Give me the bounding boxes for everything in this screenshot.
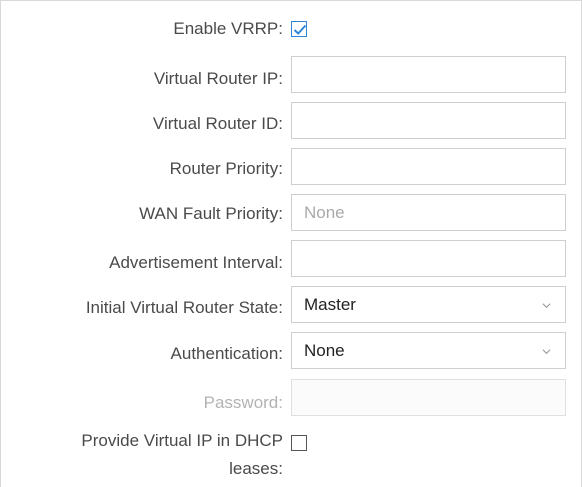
chevron-down-icon — [542, 303, 551, 309]
initial-state-label: Initial Virtual Router State: — [85, 298, 283, 317]
virtual-router-ip-label: Virtual Router IP: — [153, 69, 283, 88]
chevron-down-icon — [542, 349, 551, 355]
router-priority-input[interactable] — [291, 148, 566, 185]
advertisement-interval-input[interactable] — [291, 240, 566, 277]
password-label: Password: — [203, 393, 283, 412]
wan-fault-priority-label: WAN Fault Priority: — [139, 204, 283, 223]
virtual-router-id-input[interactable] — [291, 102, 566, 139]
password-input[interactable] — [291, 379, 566, 416]
dhcp-virtual-ip-label-line2: leases: — [229, 459, 283, 478]
authentication-value: None — [304, 341, 345, 360]
initial-state-select[interactable]: Master — [291, 286, 566, 323]
authentication-select[interactable]: None — [291, 332, 566, 369]
advertisement-interval-label: Advertisement Interval: — [109, 253, 283, 272]
router-priority-label: Router Priority: — [169, 159, 283, 178]
authentication-label: Authentication: — [170, 344, 283, 363]
virtual-router-id-label: Virtual Router ID: — [152, 114, 283, 133]
vrrp-settings-panel: Enable VRRP: Virtual Router IP: Virtual … — [0, 0, 582, 487]
checkmark-icon — [293, 24, 307, 35]
wan-fault-priority-input[interactable]: None — [291, 194, 566, 231]
enable-vrrp-label: Enable VRRP: — [173, 19, 283, 38]
enable-vrrp-checkbox[interactable] — [291, 21, 307, 37]
dhcp-virtual-ip-checkbox[interactable] — [291, 435, 307, 451]
initial-state-value: Master — [304, 295, 356, 314]
dhcp-virtual-ip-label-line1: Provide Virtual IP in DHCP — [81, 431, 283, 450]
virtual-router-ip-input[interactable] — [291, 56, 566, 93]
